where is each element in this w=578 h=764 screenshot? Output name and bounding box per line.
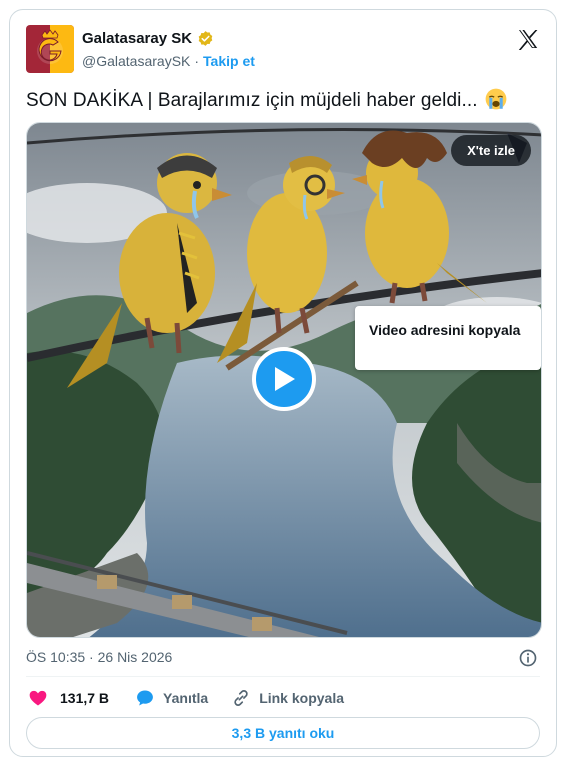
tweet-text: SON DAKİKA | Barajlarımız için müjdeli h… bbox=[26, 88, 507, 113]
follow-button[interactable]: Takip et bbox=[203, 53, 255, 69]
author-name[interactable]: Galatasaray SK bbox=[82, 30, 192, 47]
verified-badge-icon bbox=[198, 31, 213, 46]
watch-on-x-button[interactable]: X'te izle bbox=[451, 135, 531, 166]
x-logo-icon[interactable] bbox=[516, 27, 540, 51]
copy-link-label: Link kopyala bbox=[259, 690, 344, 706]
author-handle-row: @GalatasaraySK · Takip et bbox=[82, 53, 255, 69]
tweet-text-content: SON DAKİKA | Barajlarımız için müjdeli h… bbox=[26, 90, 478, 111]
copy-video-address-menu-item[interactable]: Video adresini kopyala bbox=[355, 306, 541, 370]
reply-bubble-icon bbox=[137, 690, 153, 706]
timestamp-separator: · bbox=[89, 649, 94, 665]
copy-link-button[interactable]: Link kopyala bbox=[231, 688, 344, 708]
tweet-time: ÖS 10:35 bbox=[26, 649, 86, 665]
action-bar: 131,7 B Yanıtla Link kopyala bbox=[26, 688, 344, 708]
link-icon bbox=[234, 690, 248, 706]
video-media[interactable]: X'te izle Video adresini kopyala bbox=[26, 122, 542, 638]
reply-button[interactable]: Yanıtla bbox=[135, 688, 208, 708]
info-icon[interactable] bbox=[518, 648, 538, 668]
loudly-crying-face-icon bbox=[485, 88, 507, 110]
like-button[interactable]: 131,7 B bbox=[28, 688, 109, 708]
author-name-row: Galatasaray SK bbox=[82, 30, 214, 47]
author-handle[interactable]: @GalatasaraySK bbox=[82, 53, 190, 69]
like-count: 131,7 B bbox=[60, 690, 110, 706]
play-icon bbox=[275, 367, 295, 391]
reply-label: Yanıtla bbox=[163, 690, 209, 706]
tweet-date: 26 Nis 2026 bbox=[97, 649, 173, 665]
play-button[interactable] bbox=[252, 347, 316, 411]
avatar[interactable] bbox=[26, 25, 74, 73]
heart-icon bbox=[29, 690, 47, 706]
divider bbox=[26, 676, 540, 677]
galatasaray-logo-icon bbox=[26, 25, 74, 73]
tweet-card: Galatasaray SK @GalatasaraySK · Takip et… bbox=[9, 9, 557, 757]
read-replies-button[interactable]: 3,3 B yanıtı oku bbox=[26, 717, 540, 749]
tweet-timestamp[interactable]: ÖS 10:35 · 26 Nis 2026 bbox=[26, 649, 172, 665]
handle-separator: · bbox=[194, 53, 200, 69]
